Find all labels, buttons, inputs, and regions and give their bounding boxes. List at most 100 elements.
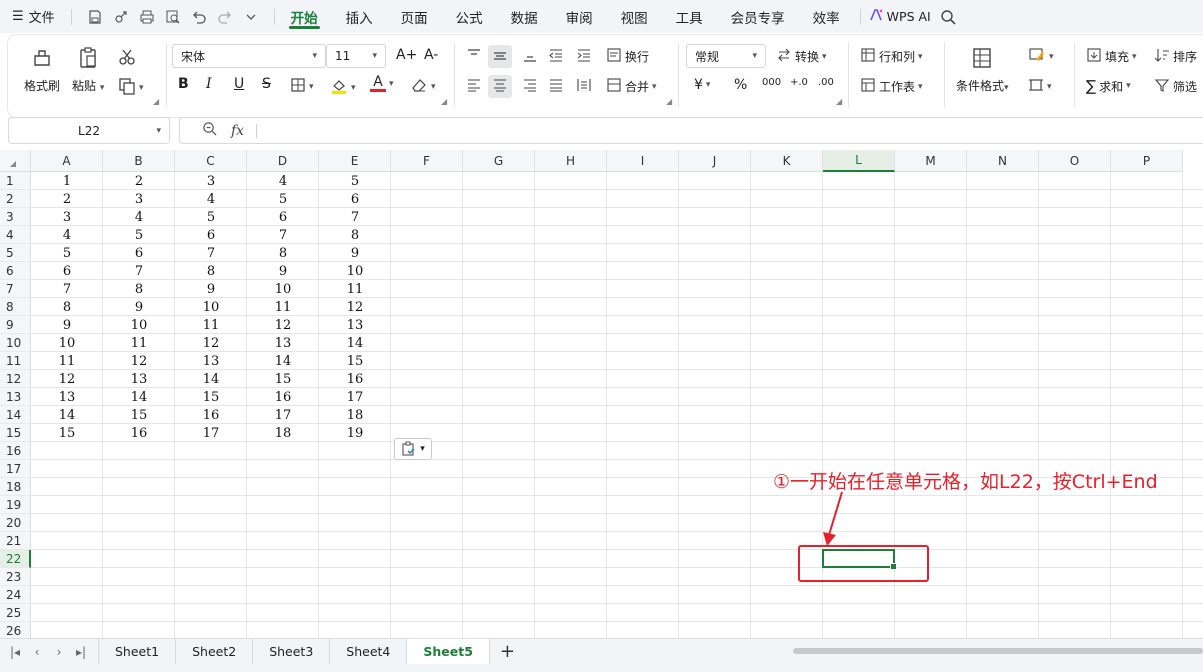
justify-button[interactable]: [548, 77, 564, 96]
align-top-button[interactable]: [466, 47, 482, 66]
row-header-4[interactable]: 4: [0, 226, 31, 244]
column-header-E[interactable]: E: [319, 150, 391, 172]
prev-sheet-icon[interactable]: ‹: [26, 645, 48, 659]
cell-D4[interactable]: 7: [247, 226, 319, 244]
align-center-button[interactable]: [488, 75, 512, 98]
sheet-tab-5[interactable]: Sheet5: [407, 638, 490, 665]
cell-B14[interactable]: 15: [103, 406, 175, 424]
dialog-launcher-icon[interactable]: ◢: [666, 97, 672, 106]
wps-ai-button[interactable]: WPS AI: [869, 8, 931, 25]
cell-B13[interactable]: 14: [103, 388, 175, 406]
horizontal-scrollbar[interactable]: [793, 648, 1203, 654]
tab-1[interactable]: 插入: [332, 0, 387, 33]
row-header-2[interactable]: 2: [0, 190, 31, 208]
cell-C9[interactable]: 11: [175, 316, 247, 334]
row-header-19[interactable]: 19: [0, 496, 31, 514]
last-sheet-icon[interactable]: ▸|: [70, 645, 92, 659]
cell-B5[interactable]: 6: [103, 244, 175, 262]
tab-5[interactable]: 审阅: [552, 0, 607, 33]
cell-D7[interactable]: 10: [247, 280, 319, 298]
file-menu[interactable]: ☰ 文件: [0, 7, 61, 26]
cell-D10[interactable]: 13: [247, 334, 319, 352]
row-header-8[interactable]: 8: [0, 298, 31, 316]
cell-E3[interactable]: 7: [319, 208, 391, 226]
column-header-C[interactable]: C: [175, 150, 247, 172]
first-sheet-icon[interactable]: |◂: [4, 645, 26, 659]
column-header-B[interactable]: B: [103, 150, 175, 172]
cell-C12[interactable]: 14: [175, 370, 247, 388]
row-col-button[interactable]: 行和列 ▾: [860, 47, 923, 66]
cell-C6[interactable]: 8: [175, 262, 247, 280]
cell-D1[interactable]: 4: [247, 172, 319, 190]
currency-button[interactable]: ¥ ▾: [694, 77, 710, 93]
cell-A8[interactable]: 8: [31, 298, 103, 316]
cell-D9[interactable]: 12: [247, 316, 319, 334]
undo-icon[interactable]: [188, 6, 210, 28]
font-color-button[interactable]: A ▾: [370, 75, 394, 92]
align-left-button[interactable]: [466, 77, 482, 96]
clear-format-button[interactable]: ▾: [410, 77, 436, 96]
strikethrough-button[interactable]: S: [262, 76, 271, 92]
cell-E9[interactable]: 13: [319, 316, 391, 334]
cell-D3[interactable]: 6: [247, 208, 319, 226]
percent-button[interactable]: %: [734, 77, 747, 93]
row-header-1[interactable]: 1: [0, 172, 31, 190]
worksheet-button[interactable]: 工作表 ▾: [860, 77, 923, 96]
increase-font-button[interactable]: A+: [396, 47, 417, 63]
column-header-H[interactable]: H: [535, 150, 607, 172]
cell-D14[interactable]: 17: [247, 406, 319, 424]
tab-7[interactable]: 工具: [662, 0, 717, 33]
thousands-separator-button[interactable]: 000: [762, 77, 781, 88]
fill-button[interactable]: 填充 ▾: [1086, 47, 1137, 66]
align-bottom-button[interactable]: [522, 47, 538, 66]
row-header-12[interactable]: 12: [0, 370, 31, 388]
column-header-D[interactable]: D: [247, 150, 319, 172]
cell-E14[interactable]: 18: [319, 406, 391, 424]
cell-E12[interactable]: 16: [319, 370, 391, 388]
row-header-22[interactable]: 22: [0, 550, 31, 568]
cell-A2[interactable]: 2: [31, 190, 103, 208]
cell-A11[interactable]: 11: [31, 352, 103, 370]
cut-button[interactable]: [118, 48, 136, 69]
cell-E15[interactable]: 19: [319, 424, 391, 442]
cell-A12[interactable]: 12: [31, 370, 103, 388]
tab-0[interactable]: 开始: [277, 0, 332, 33]
select-all-corner[interactable]: [0, 150, 31, 172]
name-box[interactable]: L22 ▾: [8, 117, 170, 144]
cell-E2[interactable]: 6: [319, 190, 391, 208]
distribute-button[interactable]: [576, 77, 592, 96]
cell-D6[interactable]: 9: [247, 262, 319, 280]
align-middle-button[interactable]: [488, 45, 512, 68]
column-header-M[interactable]: M: [895, 150, 967, 172]
cell-B2[interactable]: 3: [103, 190, 175, 208]
cell-C8[interactable]: 10: [175, 298, 247, 316]
cell-C7[interactable]: 9: [175, 280, 247, 298]
cell-C4[interactable]: 6: [175, 226, 247, 244]
cell-A15[interactable]: 15: [31, 424, 103, 442]
paste-button[interactable]: 粘贴 ▾: [72, 45, 104, 94]
cell-C13[interactable]: 15: [175, 388, 247, 406]
cell-C15[interactable]: 17: [175, 424, 247, 442]
print-icon[interactable]: [136, 6, 158, 28]
tab-6[interactable]: 视图: [607, 0, 662, 33]
cell-A10[interactable]: 10: [31, 334, 103, 352]
save-icon[interactable]: [84, 6, 106, 28]
add-sheet-button[interactable]: +: [500, 641, 515, 662]
row-header-7[interactable]: 7: [0, 280, 31, 298]
column-header-K[interactable]: K: [751, 150, 823, 172]
convert-button[interactable]: 转换 ▾: [776, 47, 827, 66]
search-icon[interactable]: [937, 6, 959, 28]
tab-4[interactable]: 数据: [497, 0, 552, 33]
decrease-decimal-button[interactable]: .00: [818, 77, 834, 88]
underline-button[interactable]: U: [234, 76, 244, 92]
cell-D2[interactable]: 5: [247, 190, 319, 208]
column-header-A[interactable]: A: [31, 150, 103, 172]
redo-icon[interactable]: [214, 6, 236, 28]
cell-B10[interactable]: 11: [103, 334, 175, 352]
row-header-14[interactable]: 14: [0, 406, 31, 424]
row-header-25[interactable]: 25: [0, 604, 31, 622]
column-header-I[interactable]: I: [607, 150, 679, 172]
cell-B1[interactable]: 2: [103, 172, 175, 190]
cell-E5[interactable]: 9: [319, 244, 391, 262]
conditional-format-button[interactable]: 条件格式▾: [956, 45, 1009, 94]
